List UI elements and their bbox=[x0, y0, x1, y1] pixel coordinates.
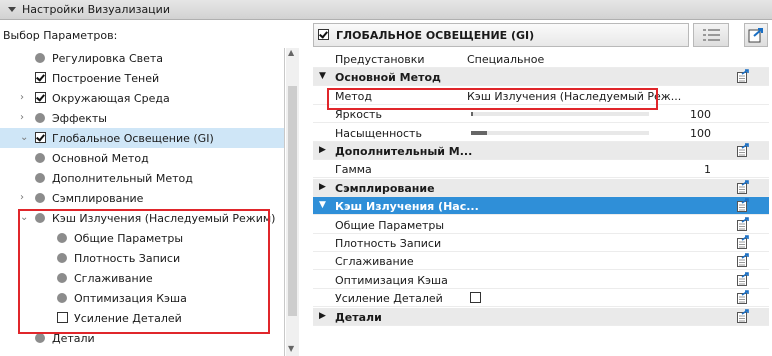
property-key: Насыщенность bbox=[335, 126, 422, 140]
params-label: Выбор Параметров: bbox=[3, 29, 118, 42]
window-titlebar[interactable]: Настройки Визуализации bbox=[0, 0, 772, 20]
section-header-title: ГЛОБАЛЬНОЕ ОСВЕЩЕНИЕ (GI) bbox=[336, 29, 535, 42]
bullet-icon bbox=[35, 193, 45, 203]
tree-item-label: Дополнительный Метод bbox=[52, 172, 193, 185]
property-key: Сглаживание bbox=[335, 255, 414, 269]
param-export-icon[interactable] bbox=[737, 216, 749, 231]
property-slider[interactable] bbox=[471, 130, 649, 135]
property-number[interactable]: 100 bbox=[690, 127, 711, 140]
bullet-icon bbox=[35, 333, 45, 343]
tree-item-label: Основной Метод bbox=[52, 152, 149, 165]
property-row[interactable]: Насыщенность 100 bbox=[313, 124, 769, 142]
param-export-icon[interactable] bbox=[737, 308, 749, 323]
window-title: Настройки Визуализации bbox=[22, 3, 170, 16]
export-icon bbox=[748, 28, 763, 43]
scroll-thumb[interactable] bbox=[288, 86, 297, 316]
property-key: Предустановки bbox=[335, 53, 425, 66]
expand-icon[interactable]: ▶ bbox=[319, 311, 326, 321]
list-view-button[interactable] bbox=[693, 23, 729, 47]
bullet-icon bbox=[35, 153, 45, 163]
property-value[interactable]: Специальное bbox=[467, 53, 544, 66]
tree-item-checkbox[interactable] bbox=[35, 72, 46, 83]
highlight-box-method bbox=[327, 88, 658, 110]
scroll-up-icon[interactable]: ▲ bbox=[288, 48, 294, 57]
property-key: Основной Метод bbox=[335, 71, 441, 85]
tree-item[interactable]: › Сэмплирование bbox=[0, 188, 284, 208]
property-row[interactable]: Усиление Деталей bbox=[313, 289, 769, 308]
property-key: Общие Параметры bbox=[335, 218, 445, 232]
property-row[interactable]: Сглаживание bbox=[313, 252, 769, 271]
expand-icon[interactable]: ▶ bbox=[319, 145, 326, 155]
chevron-down-icon[interactable]: ⌄ bbox=[20, 132, 28, 143]
param-export-icon[interactable] bbox=[737, 198, 749, 213]
bullet-icon bbox=[35, 53, 45, 63]
property-row[interactable]: Общие Параметры bbox=[313, 216, 769, 234]
property-number[interactable]: 1 bbox=[704, 163, 711, 176]
section-header: ГЛОБАЛЬНОЕ ОСВЕЩЕНИЕ (GI) bbox=[313, 23, 689, 47]
param-export-icon[interactable] bbox=[737, 143, 749, 157]
gi-enable-checkbox[interactable] bbox=[318, 29, 329, 40]
tree-item[interactable]: Регулировка Света bbox=[0, 48, 284, 68]
property-key: Кэш Излучения (Нас... bbox=[335, 200, 479, 214]
expand-icon[interactable]: ▶ bbox=[319, 182, 326, 192]
property-row[interactable]: Предустановки Специальное bbox=[313, 50, 769, 68]
property-number[interactable]: 100 bbox=[690, 108, 711, 121]
tree-item[interactable]: Дополнительный Метод bbox=[0, 168, 284, 188]
section-row[interactable]: ▶ Детали bbox=[313, 307, 769, 326]
property-key: Гамма bbox=[335, 163, 372, 177]
param-export-icon[interactable] bbox=[737, 253, 749, 268]
section-row[interactable]: ▼ Основной Метод bbox=[313, 68, 769, 87]
section-row[interactable]: ▼ Кэш Излучения (Нас... bbox=[313, 197, 769, 216]
tree-scrollbar[interactable]: ▲ ▼ bbox=[286, 48, 299, 356]
section-row[interactable]: ▶ Сэмплирование bbox=[313, 178, 769, 197]
tree-item-label: Сэмплирование bbox=[52, 192, 144, 205]
highlight-box-tree bbox=[18, 209, 270, 334]
tree-item-label: Эффекты bbox=[52, 112, 107, 125]
section-row[interactable]: ▶ Дополнительный М... bbox=[313, 142, 769, 160]
property-key: Оптимизация Кэша bbox=[335, 273, 448, 287]
tree-item[interactable]: Построение Теней bbox=[0, 68, 284, 88]
property-key: Усиление Деталей bbox=[335, 292, 443, 306]
bullet-icon bbox=[35, 173, 45, 183]
property-slider[interactable] bbox=[471, 112, 649, 117]
expand-icon[interactable]: ▼ bbox=[319, 71, 326, 81]
tree-item[interactable]: Основной Метод bbox=[0, 148, 284, 168]
property-key: Дополнительный М... bbox=[335, 145, 473, 158]
export-button[interactable] bbox=[744, 23, 768, 47]
collapse-triangle-icon[interactable] bbox=[8, 7, 16, 12]
property-key: Яркость bbox=[335, 108, 382, 122]
property-key: Плотность Записи bbox=[335, 237, 442, 250]
property-key: Сэмплирование bbox=[335, 181, 435, 195]
slider-fill bbox=[471, 130, 487, 135]
tree-item-label: Окружающая Среда bbox=[52, 92, 170, 105]
tree-item-checkbox[interactable] bbox=[35, 92, 46, 103]
property-row[interactable]: Оптимизация Кэша bbox=[313, 271, 769, 289]
param-export-icon[interactable] bbox=[737, 69, 749, 84]
scroll-down-icon[interactable]: ▼ bbox=[288, 344, 294, 353]
param-export-icon[interactable] bbox=[737, 271, 749, 286]
param-export-icon[interactable] bbox=[737, 235, 749, 249]
tree-item[interactable]: › Эффекты bbox=[0, 108, 284, 128]
tree-item-checkbox[interactable] bbox=[35, 132, 46, 143]
details-checkbox[interactable] bbox=[470, 292, 481, 304]
property-row[interactable]: Гамма 1 bbox=[313, 160, 769, 179]
tree-item[interactable]: ⌄ Глобальное Освещение (GI) bbox=[0, 128, 284, 148]
property-row[interactable]: Плотность Записи bbox=[313, 234, 769, 252]
param-export-icon[interactable] bbox=[737, 290, 749, 305]
tree-item[interactable]: › Окружающая Среда bbox=[0, 88, 284, 108]
bullet-icon bbox=[35, 113, 45, 123]
tree-item-label: Глобальное Освещение (GI) bbox=[52, 132, 214, 145]
tree-item-label: Построение Теней bbox=[52, 72, 160, 85]
list-icon bbox=[703, 29, 720, 41]
tree-item-label: Регулировка Света bbox=[52, 52, 164, 65]
param-export-icon[interactable] bbox=[737, 179, 749, 194]
property-key: Детали bbox=[335, 310, 382, 324]
chevron-right-icon[interactable]: › bbox=[20, 92, 24, 103]
slider-fill bbox=[471, 112, 473, 117]
chevron-right-icon[interactable]: › bbox=[20, 192, 24, 203]
expand-icon[interactable]: ▼ bbox=[319, 200, 326, 210]
chevron-right-icon[interactable]: › bbox=[20, 112, 24, 123]
